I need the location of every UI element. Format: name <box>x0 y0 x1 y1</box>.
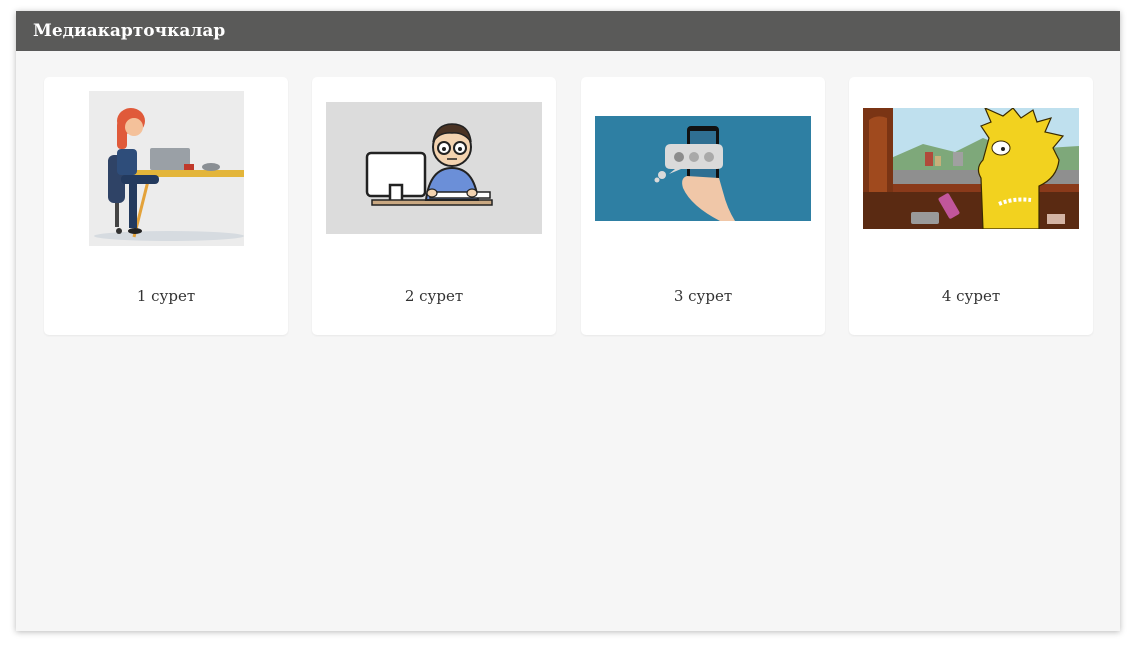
media-card-3[interactable]: 3 сурет <box>581 77 825 335</box>
card-3-image <box>595 116 811 221</box>
card-1-caption: 1 сурет <box>136 287 196 305</box>
media-card-4[interactable]: 4 сурет <box>849 77 1093 335</box>
media-card-2[interactable]: 2 сурет <box>312 77 556 335</box>
panel-title: Медиакарточкалар <box>33 21 226 41</box>
card-4-caption: 4 сурет <box>941 287 1001 305</box>
panel-header: Медиакарточкалар <box>16 11 1120 51</box>
card-2-caption: 2 сурет <box>404 287 464 305</box>
card-4-image <box>863 108 1079 229</box>
card-3-caption: 3 сурет <box>673 287 733 305</box>
media-cards-panel: Медиакарточкалар 1 сурет 2 сурет 3 сурет… <box>16 11 1120 631</box>
card-2-image <box>326 102 542 234</box>
media-card-1[interactable]: 1 сурет <box>44 77 288 335</box>
card-1-image <box>89 91 244 246</box>
